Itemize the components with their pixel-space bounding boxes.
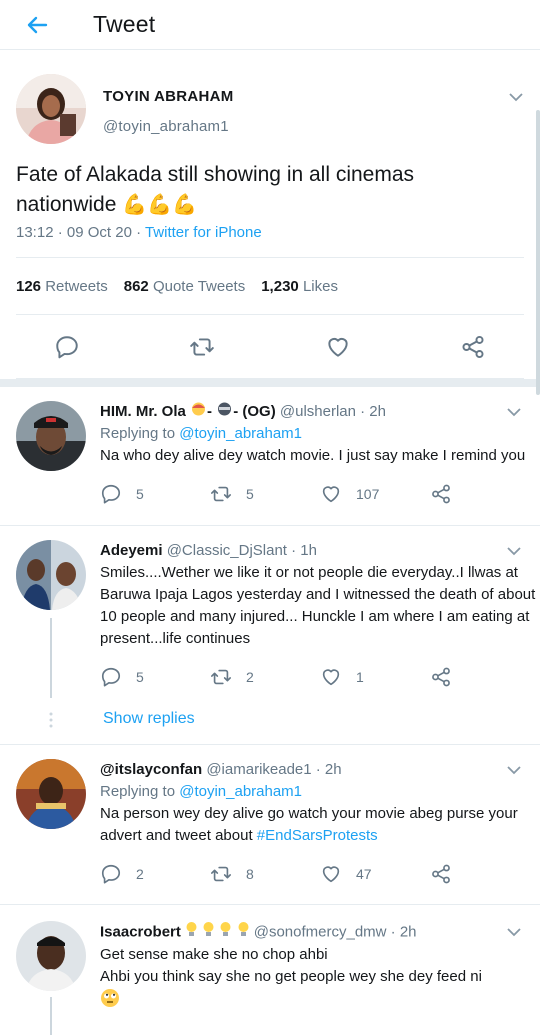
share-icon[interactable] bbox=[460, 334, 486, 360]
reply-tweet[interactable]: Isaacrobert @sonofmercy_dmw · 2h Get sen… bbox=[0, 905, 540, 1035]
chevron-down-icon[interactable] bbox=[506, 407, 522, 417]
section-separator bbox=[0, 379, 540, 388]
retweets-stat[interactable]: 126 Retweets bbox=[16, 278, 108, 295]
reply-text: Na who dey alive dey watch movie. I just… bbox=[100, 447, 526, 465]
retweet-button[interactable]: 8 bbox=[210, 863, 320, 885]
reply-text: Smiles....Wether we like it or not peopl… bbox=[100, 564, 536, 648]
avatar[interactable] bbox=[16, 401, 86, 472]
reply-text: Na person wey dey alive go watch your mo… bbox=[100, 805, 518, 845]
share-icon bbox=[432, 485, 450, 504]
heart-icon bbox=[322, 669, 340, 686]
divider bbox=[0, 507, 540, 527]
like-button[interactable]: 47 bbox=[320, 863, 430, 885]
reply-author-name[interactable]: Isaacrobert bbox=[100, 924, 181, 941]
reply-tweet[interactable]: HIM. Mr. Ola - - (OG) @ulsherlan · 2h Re… bbox=[0, 387, 540, 507]
share-button[interactable] bbox=[430, 666, 540, 688]
share-icon bbox=[432, 865, 450, 884]
reply-author-handle[interactable]: @Classic_DjSlant · 1h bbox=[167, 542, 317, 559]
quote-tweets-stat[interactable]: 862 Quote Tweets bbox=[124, 278, 245, 295]
reply-button[interactable]: 5 bbox=[100, 666, 210, 688]
tweet-timestamp: 13:12 · 09 Oct 20 · bbox=[16, 224, 145, 242]
chevron-down-icon[interactable] bbox=[508, 92, 524, 102]
author-name[interactable]: TOYIN ABRAHAM bbox=[103, 88, 234, 105]
avatar[interactable] bbox=[16, 759, 86, 830]
divider bbox=[0, 887, 540, 906]
flexed-biceps-emoji: 💪💪💪 bbox=[122, 194, 197, 217]
reply-icon[interactable] bbox=[54, 334, 80, 360]
reply-author-name[interactable]: @itslayconfan bbox=[100, 761, 202, 778]
hashtag-link[interactable]: #EndSarsProtests bbox=[257, 827, 378, 844]
retweet-icon[interactable] bbox=[189, 334, 215, 360]
retweet-icon bbox=[211, 487, 231, 502]
ninja-emoji bbox=[216, 401, 233, 423]
mention-link[interactable]: @toyin_abraham1 bbox=[179, 783, 302, 800]
reply-button[interactable]: 5 bbox=[100, 483, 210, 505]
retweet-icon bbox=[211, 670, 231, 685]
reply-text-line: Ahbi you think say she no get people wey… bbox=[100, 968, 482, 986]
chevron-down-icon[interactable] bbox=[506, 546, 522, 556]
author-handle[interactable]: @toyin_abraham1 bbox=[103, 118, 234, 135]
reply-text-line: Get sense make she no chop ahbi bbox=[100, 946, 328, 964]
show-replies-row: Show replies bbox=[0, 690, 540, 746]
light-bulb-emoji bbox=[237, 921, 250, 944]
reply-actions: 5 5 107 bbox=[100, 481, 540, 507]
reply-button[interactable]: 2 bbox=[100, 863, 210, 885]
tweet-actions bbox=[16, 315, 524, 380]
thread-dots-icon bbox=[49, 712, 53, 728]
light-bulb-emoji bbox=[219, 921, 232, 944]
tweet-meta: 13:12 · 09 Oct 20 · Twitter for iPhone bbox=[16, 224, 524, 259]
reply-icon bbox=[101, 668, 121, 688]
rescue-worker-helmet-emoji bbox=[190, 401, 207, 423]
reply-author-handle[interactable]: @ulsherlan · 2h bbox=[280, 403, 386, 420]
reply-tweet[interactable]: @itslayconfan @iamarikeade1 · 2h Replyin… bbox=[0, 745, 540, 887]
reply-icon bbox=[101, 865, 121, 885]
retweet-button[interactable]: 2 bbox=[210, 666, 320, 688]
reply-author-name[interactable]: Adeyemi bbox=[100, 542, 163, 559]
reply-tweet[interactable]: Adeyemi @Classic_DjSlant · 1h Smiles....… bbox=[0, 526, 540, 699]
retweet-button[interactable]: 5 bbox=[210, 483, 320, 505]
heart-icon bbox=[322, 486, 340, 503]
reply-actions: 5 2 1 bbox=[100, 664, 540, 690]
reply-author-handle[interactable]: @sonofmercy_dmw · 2h bbox=[254, 924, 417, 941]
scrollbar[interactable] bbox=[536, 110, 540, 395]
share-icon bbox=[432, 668, 450, 687]
avatar[interactable] bbox=[16, 921, 86, 992]
share-button[interactable] bbox=[430, 863, 540, 885]
tweet-text: Fate of Alakada still showing in all cin… bbox=[16, 160, 524, 220]
replying-to: Replying to @toyin_abraham1 bbox=[100, 783, 303, 801]
share-button[interactable] bbox=[430, 483, 540, 505]
retweet-icon bbox=[211, 867, 231, 882]
like-button[interactable]: 107 bbox=[320, 483, 430, 505]
like-button[interactable]: 1 bbox=[320, 666, 430, 688]
likes-stat[interactable]: 1,230 Likes bbox=[261, 278, 338, 295]
thread-line bbox=[50, 618, 52, 699]
tweet-stats: 126 Retweets 862 Quote Tweets 1,230 Like… bbox=[16, 258, 524, 316]
main-tweet: TOYIN ABRAHAM @toyin_abraham1 Fate of Al… bbox=[0, 50, 540, 380]
replying-to: Replying to @toyin_abraham1 bbox=[100, 425, 303, 443]
heart-icon bbox=[322, 866, 340, 883]
chevron-down-icon[interactable] bbox=[506, 927, 522, 937]
reply-icon bbox=[101, 485, 121, 505]
chevron-down-icon[interactable] bbox=[506, 765, 522, 775]
reply-author-handle[interactable]: @iamarikeade1 · 2h bbox=[206, 761, 341, 778]
heart-icon[interactable] bbox=[325, 334, 351, 360]
light-bulb-emoji bbox=[185, 921, 198, 944]
avatar[interactable] bbox=[16, 74, 86, 144]
tweet-source-link[interactable]: Twitter for iPhone bbox=[145, 224, 262, 241]
rolling-eyes-emoji bbox=[100, 988, 498, 1015]
page-title: Tweet bbox=[93, 11, 156, 37]
reply-author-name[interactable]: HIM. Mr. Ola bbox=[100, 403, 186, 420]
light-bulb-emoji bbox=[202, 921, 215, 944]
thread-line bbox=[50, 997, 52, 1035]
reply-actions: 2 8 47 bbox=[100, 861, 540, 887]
top-bar: Tweet bbox=[0, 0, 540, 50]
show-replies-link[interactable]: Show replies bbox=[0, 690, 540, 744]
arrow-left-icon[interactable] bbox=[25, 13, 49, 37]
avatar[interactable] bbox=[16, 540, 86, 611]
mention-link[interactable]: @toyin_abraham1 bbox=[179, 425, 302, 442]
